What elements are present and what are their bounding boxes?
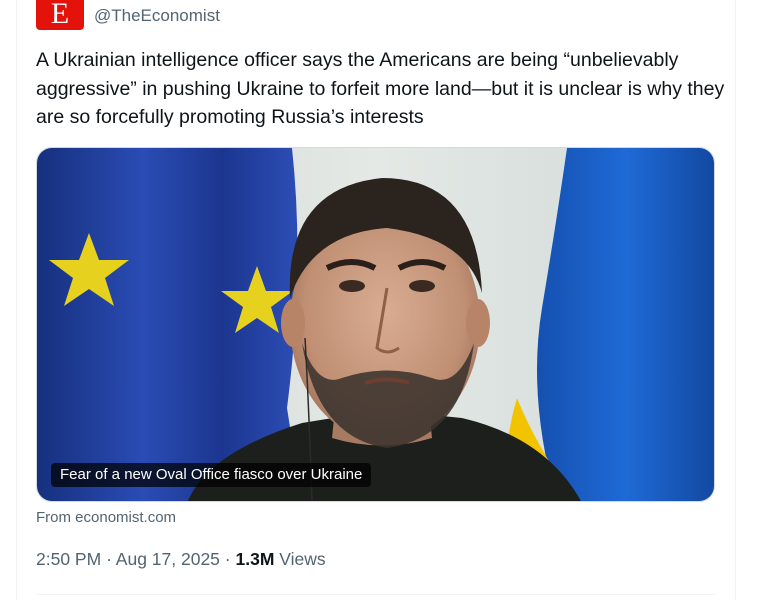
tweet-media-card[interactable]: Fear of a new Oval Office fiasco over Uk… bbox=[36, 147, 715, 502]
tweet-time[interactable]: 2:50 PM bbox=[36, 549, 101, 569]
media-caption: Fear of a new Oval Office fiasco over Uk… bbox=[51, 463, 372, 487]
ukraine-flag-blue bbox=[537, 148, 714, 501]
views-label: Views bbox=[279, 549, 326, 569]
avatar-logo-letter: E bbox=[50, 0, 70, 30]
link-source[interactable]: From economist.com bbox=[36, 509, 176, 526]
tweet-date[interactable]: Aug 17, 2025 bbox=[116, 549, 220, 569]
author-handle[interactable]: @TheEconomist bbox=[94, 6, 220, 26]
economist-avatar[interactable]: E bbox=[36, 0, 84, 30]
media-image bbox=[37, 148, 714, 501]
more-horizontal-icon[interactable] bbox=[655, 0, 675, 4]
meta-separator: · bbox=[224, 549, 231, 569]
meta-separator: · bbox=[106, 549, 112, 569]
divider bbox=[36, 594, 716, 595]
views-count: 1.3M bbox=[235, 549, 275, 569]
tweet-text: A Ukrainian intelligence officer says th… bbox=[36, 49, 725, 128]
tweet-metadata: 2:50 PM · Aug 17, 2025 · 1.3M Views bbox=[36, 549, 326, 570]
